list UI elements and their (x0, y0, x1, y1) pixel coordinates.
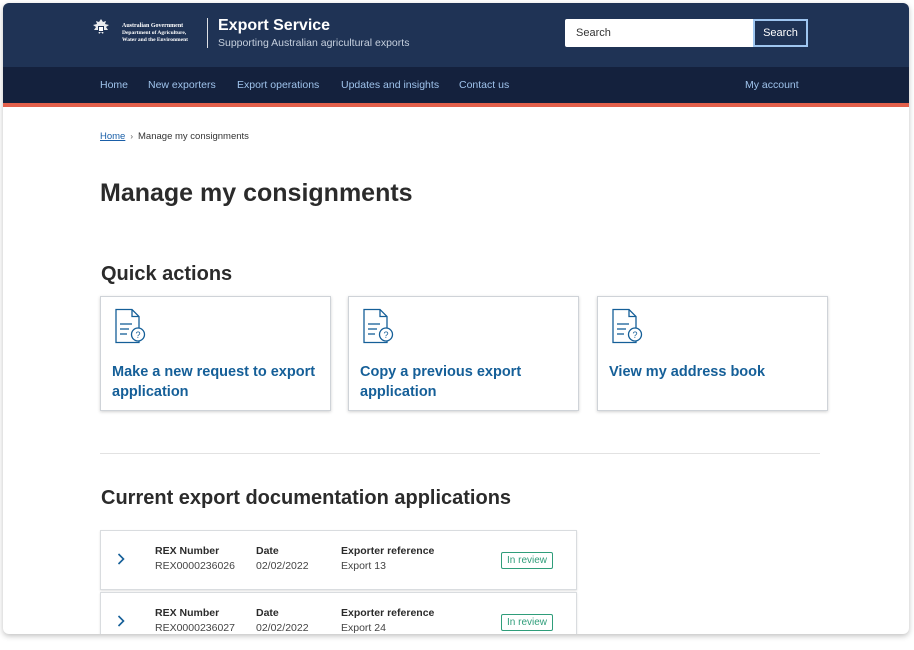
nav-item-export-operations[interactable]: Export operations (237, 79, 319, 91)
exporter-reference-label: Exporter reference (341, 545, 435, 557)
date-value: 02/02/2022 (256, 622, 309, 634)
rex-number-cell: REX Number REX0000236026 (155, 545, 235, 572)
breadcrumb-home-link[interactable]: Home (100, 131, 125, 142)
browser-viewport: Australian Government Department of Agri… (3, 3, 909, 634)
coat-of-arms-icon (93, 19, 109, 34)
rex-number-cell: REX Number REX0000236027 (155, 607, 235, 634)
application-row[interactable]: REX Number REX0000236026 Date 02/02/2022… (100, 530, 577, 590)
breadcrumb-separator-icon: › (130, 132, 134, 141)
address-book-card-label: View my address book (609, 364, 766, 380)
date-cell: Date 02/02/2022 (256, 607, 309, 634)
rex-number-value: REX0000236027 (155, 622, 235, 634)
new-request-card-label: Make a new request to export application (112, 364, 316, 400)
government-logo-text: Australian Government Department of Agri… (122, 23, 188, 44)
svg-text:?: ? (632, 330, 637, 340)
svg-text:?: ? (383, 330, 388, 340)
main-navigation: Home New exporters Export operations Upd… (3, 67, 909, 103)
svg-text:?: ? (135, 330, 140, 340)
page-title: Manage my consignments (100, 179, 413, 207)
gov-line-3: Water and the Environment (122, 37, 188, 43)
header-accent-line (3, 103, 909, 107)
breadcrumb: Home › Manage my consignments (100, 131, 249, 142)
chevron-right-icon[interactable] (116, 613, 126, 629)
gov-line-1: Australian Government (122, 23, 184, 29)
search-button[interactable]: Search (753, 19, 808, 47)
document-question-icon: ? (612, 308, 643, 344)
new-request-card[interactable]: ? Make a new request to export applicati… (100, 296, 331, 411)
applications-heading: Current export documentation application… (101, 487, 512, 509)
exporter-reference-cell: Exporter reference Export 24 (341, 607, 434, 634)
service-subtitle: Supporting Australian agricultural expor… (218, 37, 410, 49)
breadcrumb-current: Manage my consignments (138, 131, 249, 142)
date-label: Date (256, 545, 279, 557)
exporter-reference-label: Exporter reference (341, 607, 435, 619)
exporter-reference-value: Export 24 (341, 622, 386, 634)
gov-line-2: Department of Agriculture, (122, 30, 187, 36)
service-title[interactable]: Export Service (218, 17, 330, 35)
application-row[interactable]: REX Number REX0000236027 Date 02/02/2022… (100, 592, 577, 634)
nav-item-contact-us[interactable]: Contact us (459, 79, 509, 91)
nav-item-home[interactable]: Home (100, 79, 128, 91)
rex-number-value: REX0000236026 (155, 560, 235, 572)
exporter-reference-cell: Exporter reference Export 13 (341, 545, 434, 572)
search-input[interactable] (565, 19, 753, 47)
date-value: 02/02/2022 (256, 560, 309, 572)
chevron-right-icon[interactable] (116, 551, 126, 567)
nav-item-new-exporters[interactable]: New exporters (148, 79, 216, 91)
header-divider (207, 18, 208, 48)
quick-actions-heading: Quick actions (101, 263, 233, 285)
site-header: Australian Government Department of Agri… (3, 3, 909, 67)
document-question-icon: ? (115, 308, 146, 344)
address-book-card[interactable]: ? View my address book (597, 296, 828, 411)
copy-application-card[interactable]: ? Copy a previous export application (348, 296, 579, 411)
rex-number-label: REX Number (155, 545, 220, 557)
status-badge: In review (501, 614, 554, 631)
document-question-icon: ? (363, 308, 394, 344)
date-label: Date (256, 607, 279, 619)
exporter-reference-value: Export 13 (341, 560, 386, 572)
copy-application-card-label: Copy a previous export application (360, 364, 522, 400)
date-cell: Date 02/02/2022 (256, 545, 309, 572)
nav-item-updates-and-insights[interactable]: Updates and insights (341, 79, 439, 91)
my-account-link[interactable]: My account (745, 79, 799, 91)
rex-number-label: REX Number (155, 607, 220, 619)
status-badge: In review (501, 552, 554, 569)
section-divider (100, 453, 820, 454)
